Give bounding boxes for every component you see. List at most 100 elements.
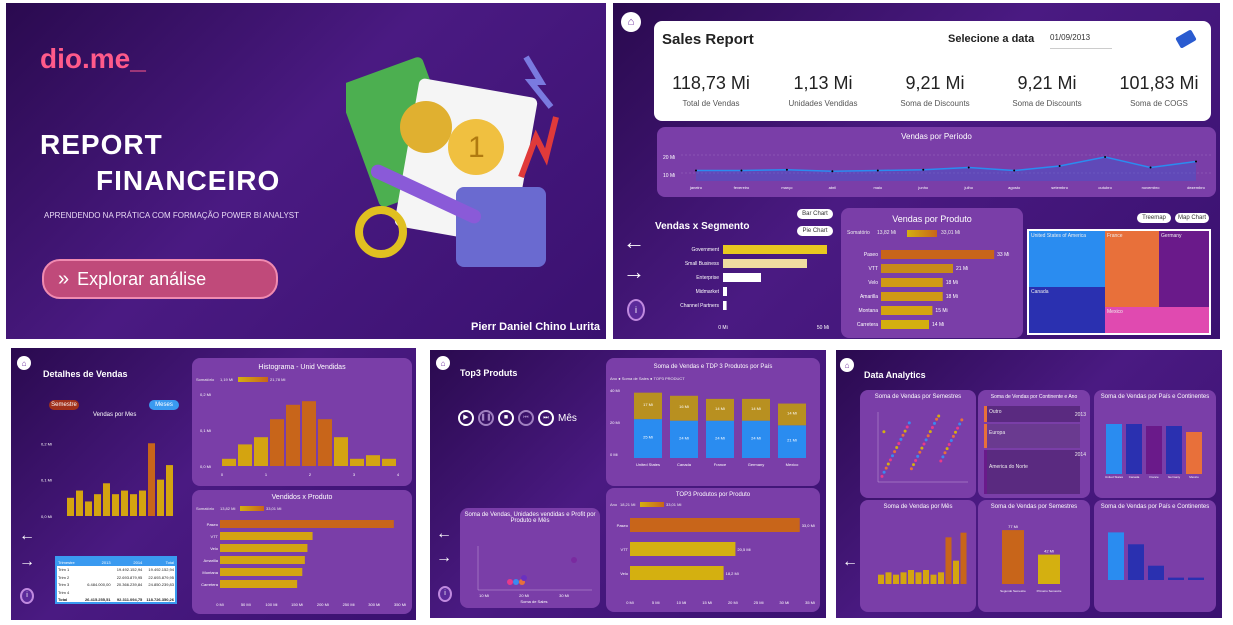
continent-europa: Europa xyxy=(984,424,1080,448)
segment-label: Midmarket xyxy=(696,289,720,295)
semestre-button[interactable]: Semestre xyxy=(49,400,79,410)
location-pin-icon[interactable]: i xyxy=(627,299,645,321)
location-pin-icon[interactable]: i xyxy=(438,586,452,602)
segment-axis-tick: 50 Mi xyxy=(817,325,829,331)
top3-product-bar xyxy=(630,566,724,580)
c5-bar-label: 42 Mi xyxy=(1044,549,1054,554)
country-y-tick: 20 Mi xyxy=(610,420,620,425)
top3-product-legend-label: Ano xyxy=(610,502,618,507)
table-cell: Trim 2 xyxy=(58,574,70,580)
c5-x-tick: Segundo Semestre xyxy=(1000,589,1026,593)
product-title: Vendas por Produto xyxy=(892,214,972,224)
eraser-icon[interactable] xyxy=(1175,29,1197,49)
analytics-title: Data Analytics xyxy=(864,370,926,380)
histogram-bar xyxy=(366,455,380,466)
header-card: Sales Report Selecione a data 01/09/2013… xyxy=(654,21,1211,121)
home-icon[interactable]: ⌂ xyxy=(840,358,854,372)
monthly-y-tick: 0,1 Mi xyxy=(41,478,52,483)
scatter-x-tick: 10 Mi xyxy=(479,593,489,598)
continent-america-label: America do Norte xyxy=(989,464,1028,470)
home-icon[interactable]: ⌂ xyxy=(621,12,641,32)
vendidos-x-tick: 250 Mi xyxy=(343,602,355,607)
bar-chart-button[interactable]: Bar Chart xyxy=(797,209,833,219)
c1-point xyxy=(922,442,926,446)
treemap-button[interactable]: Treemap xyxy=(1137,213,1171,223)
play-axis-label: Mês xyxy=(558,412,577,424)
treemap-canada-label: Canada xyxy=(1031,289,1049,295)
c1-point xyxy=(893,450,897,454)
vendidos-label: VTT xyxy=(210,534,218,539)
product-value-label: 33 Mi xyxy=(997,252,1009,258)
top3-product-x-tick: 0 Mi xyxy=(626,600,634,605)
period-y-bottom: 10 Mi xyxy=(663,173,676,179)
top3-product-label: Velo xyxy=(620,571,629,576)
table-row: Trim 1 19.492.152,94 19.492.152,94 xyxy=(57,566,175,574)
previous-icon[interactable]: ⏮ xyxy=(518,410,534,426)
country-card: Soma de Vendas e TDP 3 Produtos por País… xyxy=(606,358,820,486)
meses-button[interactable]: Meses xyxy=(149,400,179,410)
product-bar xyxy=(881,250,995,259)
period-point xyxy=(785,168,788,171)
top3-product-title: TOP3 Produtos por Produto xyxy=(675,492,751,498)
cover-title-line1: REPORT xyxy=(40,129,163,160)
c3-bar xyxy=(1166,426,1182,474)
country-legend-ano: Ano xyxy=(610,376,618,381)
c4-bar xyxy=(960,532,967,584)
country-bar-label: 24 Mi xyxy=(751,435,761,440)
play-icon[interactable]: ▶ xyxy=(458,410,474,426)
top3-product-bar xyxy=(630,542,736,556)
segment-bar xyxy=(723,287,727,296)
location-pin-icon[interactable]: i xyxy=(20,588,34,604)
monthly-bar xyxy=(130,494,137,516)
map-chart-button[interactable]: Map Chart xyxy=(1175,213,1209,223)
scatter-x-tick: 20 Mi xyxy=(519,593,529,598)
continent-europa-label: Europa xyxy=(989,430,1006,436)
pie-chart-button[interactable]: Pie Chart xyxy=(797,226,833,236)
continent-outro-label: Outro xyxy=(989,409,1002,415)
forward-arrow-icon[interactable]: → xyxy=(19,554,35,570)
vendidos-x-tick: 200 Mi xyxy=(317,602,329,607)
date-input[interactable]: 01/09/2013 xyxy=(1050,33,1112,49)
back-arrow-icon[interactable]: ← xyxy=(19,528,35,544)
back-arrow-icon[interactable]: ← xyxy=(842,554,858,570)
table-cell: 118.726.350,26 xyxy=(146,597,175,603)
period-line-chart: janeiro fevereiro março abril maio junho julho… xyxy=(681,154,1211,190)
c4-bar xyxy=(885,572,892,584)
monthly-bar xyxy=(166,465,173,516)
double-chevron-icon: » xyxy=(58,267,70,290)
c1-point xyxy=(939,459,943,463)
country-bar-label: 17 Mi xyxy=(643,402,653,407)
c1-point xyxy=(912,463,915,467)
country-bar-label: 14 Mi xyxy=(715,406,725,411)
home-icon[interactable]: ⌂ xyxy=(436,356,450,370)
forward-arrow-icon[interactable]: → xyxy=(436,550,452,566)
histogram-legend-gradient xyxy=(238,377,268,382)
explore-button[interactable]: » Explorar análise xyxy=(42,259,278,299)
c4-bar xyxy=(900,572,907,584)
quarter-table-body: Trimestre 2013 2014 Total Trim 1 19.492.152,9… xyxy=(57,558,175,604)
table-cell: 20.366.239,84 xyxy=(116,582,143,588)
next-icon[interactable]: ⏭ xyxy=(538,410,554,426)
pause-icon[interactable]: ❚❚ xyxy=(478,410,494,426)
forward-arrow-icon[interactable]: → xyxy=(623,261,645,283)
country-y-tick: 0 Mi xyxy=(610,452,618,457)
back-arrow-icon[interactable]: ← xyxy=(623,231,645,253)
back-arrow-icon[interactable]: ← xyxy=(436,526,452,542)
country-bar-label: 16 Mi xyxy=(679,404,689,409)
vendidos-x-tick: 50 Mi xyxy=(241,602,251,607)
stop-icon[interactable]: ■ xyxy=(498,410,514,426)
play-axis: ▶ ❚❚ ■ ⏮ ⏭ Mês xyxy=(458,410,577,426)
c1-point xyxy=(914,458,918,462)
home-icon[interactable]: ⌂ xyxy=(17,356,31,370)
c1-point xyxy=(951,434,955,438)
c1-point xyxy=(924,438,928,442)
scatter-x-tick: 30 Mi xyxy=(559,593,569,598)
monthly-bar xyxy=(112,494,119,516)
table-cell: 92.311.094,75 xyxy=(116,597,143,603)
month-tick-label: janeiro xyxy=(689,185,703,190)
vendidos-x-tick: 300 Mi xyxy=(368,602,380,607)
c1-point xyxy=(960,418,964,422)
scatter-point xyxy=(507,579,513,585)
monthly-sales-card: Soma de Vendas por Mês xyxy=(860,500,976,612)
c4-bar xyxy=(878,574,884,584)
